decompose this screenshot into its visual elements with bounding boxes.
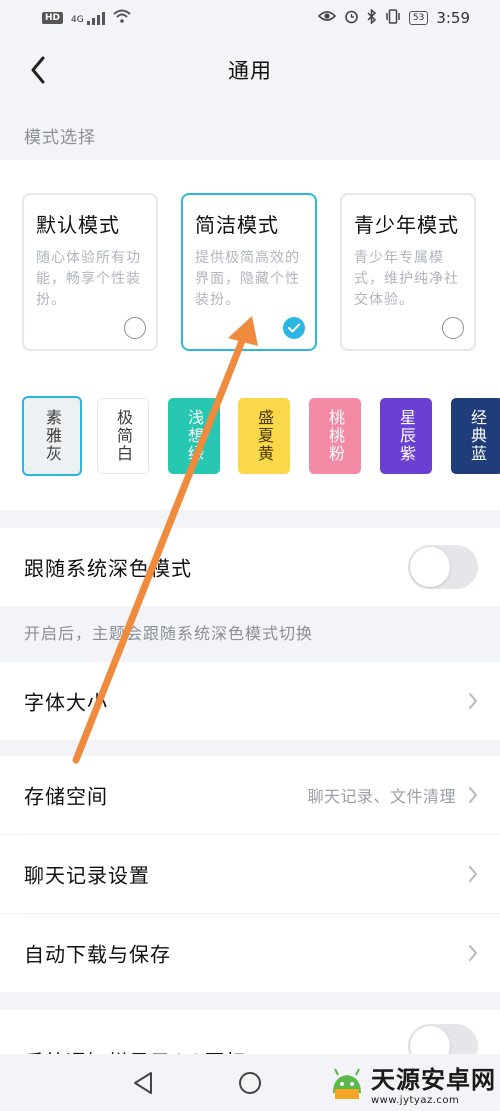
watermark: 天源安卓网 www.jytyaz.com <box>327 1060 496 1106</box>
mode-card-simple[interactable]: 简洁模式 提供极简高效的界面，隐藏个性装扮。 <box>181 193 317 351</box>
theme-label: 星辰紫 <box>397 409 416 463</box>
nav-bar: 通用 <box>0 36 500 104</box>
theme-swatch-gray[interactable]: 素雅灰 <box>22 396 82 476</box>
dark-mode-hint: 开启后，主题会跟随系统深色模式切换 <box>24 624 314 643</box>
radio-button-checked[interactable] <box>283 317 305 339</box>
theme-label: 盛夏黄 <box>255 409 274 463</box>
font-size-row[interactable]: 字体大小 <box>0 662 500 740</box>
theme-swatch-white[interactable]: 极简白 <box>97 398 149 474</box>
back-button[interactable] <box>18 50 58 90</box>
theme-swatch-pink[interactable]: 桃桃粉 <box>309 398 361 474</box>
auto-download-label: 自动下载与保存 <box>24 942 171 967</box>
theme-swatch-yellow[interactable]: 盛夏黄 <box>238 398 290 474</box>
theme-swatch-green[interactable]: 浅想绿 <box>168 398 220 474</box>
signal-icon: 4G <box>71 11 105 25</box>
chevron-right-icon <box>469 787 477 803</box>
mode-card-desc: 随心体验所有功能，畅享个性装扮。 <box>36 250 141 308</box>
nav-back-icon[interactable] <box>132 1071 154 1095</box>
chat-history-row[interactable]: 聊天记录设置 <box>0 835 500 913</box>
alarm-icon <box>344 9 359 28</box>
nav-home-icon[interactable] <box>238 1071 262 1095</box>
dark-mode-label: 跟随系统深色模式 <box>24 556 192 581</box>
radio-button[interactable] <box>124 317 146 339</box>
storage-label: 存储空间 <box>24 784 108 809</box>
android-logo-icon <box>333 1068 361 1099</box>
battery-icon: 53 <box>408 11 429 25</box>
status-time: 3:59 <box>436 9 470 27</box>
chevron-right-icon <box>469 866 477 882</box>
radio-button[interactable] <box>442 317 464 339</box>
chevron-left-icon <box>31 56 45 84</box>
theme-swatch-blue[interactable]: 经典蓝 <box>451 398 500 474</box>
watermark-title: 天源安卓网 <box>371 1066 496 1094</box>
theme-label: 素雅灰 <box>43 409 62 463</box>
vibrate-icon <box>385 8 401 28</box>
dark-mode-row: 跟随系统深色模式 <box>0 528 500 606</box>
theme-label: 桃桃粉 <box>326 409 345 463</box>
eye-icon <box>317 10 336 26</box>
theme-label: 极简白 <box>114 409 133 463</box>
chat-history-label: 聊天记录设置 <box>24 863 150 888</box>
theme-label: 经典蓝 <box>468 409 487 463</box>
mode-card-desc: 青少年专属模式，维护纯净社交体验。 <box>354 250 459 308</box>
chevron-right-icon <box>469 945 477 961</box>
status-bar: HD 4G 53 3:59 <box>0 0 500 36</box>
theme-swatch-purple[interactable]: 星辰紫 <box>380 398 432 474</box>
auto-download-row[interactable]: 自动下载与保存 <box>0 914 500 992</box>
mode-section-label: 模式选择 <box>24 128 96 148</box>
dark-mode-toggle[interactable] <box>408 545 478 589</box>
mode-card-title: 默认模式 <box>36 213 120 237</box>
wifi-icon <box>113 9 131 27</box>
mode-card-title: 简洁模式 <box>195 213 279 237</box>
storage-row[interactable]: 存储空间 聊天记录、文件清理 <box>0 756 500 834</box>
mode-card-title: 青少年模式 <box>354 213 459 237</box>
mode-card-desc: 提供极简高效的界面，隐藏个性装扮。 <box>195 250 300 308</box>
mode-card-teen[interactable]: 青少年模式 青少年专属模式，维护纯净社交体验。 <box>340 193 476 351</box>
mode-panel: 默认模式 随心体验所有功能，畅享个性装扮。 简洁模式 提供极简高效的界面，隐藏个… <box>0 160 500 510</box>
toggle-knob <box>410 547 450 587</box>
chevron-right-icon <box>469 693 477 709</box>
font-size-label: 字体大小 <box>24 690 108 715</box>
theme-list: 素雅灰 极简白 浅想绿 盛夏黄 桃桃粉 星辰紫 经典蓝 <box>22 396 500 476</box>
bluetooth-icon <box>367 7 377 28</box>
storage-value: 聊天记录、文件清理 <box>307 787 456 806</box>
page-title: 通用 <box>228 59 272 83</box>
mode-card-default[interactable]: 默认模式 随心体验所有功能，畅享个性装扮。 <box>22 193 158 351</box>
theme-label: 浅想绿 <box>185 409 204 463</box>
watermark-url: www.jytyaz.com <box>371 1095 460 1106</box>
checkmark-icon <box>288 323 300 333</box>
hd-badge: HD <box>42 12 64 24</box>
